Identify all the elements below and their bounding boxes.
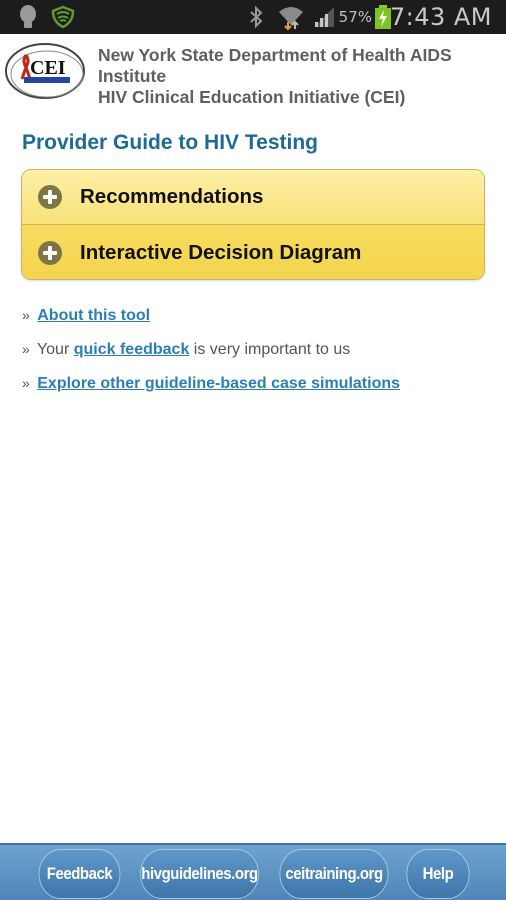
accordion-item-recommendations[interactable]: Recommendations <box>22 170 484 225</box>
explore-simulations-link[interactable]: Explore other guideline-based case simul… <box>37 375 400 392</box>
accordion: Recommendations Interactive Decision Dia… <box>21 169 485 280</box>
org-line-3: HIV Clinical Education Initiative (CEI) <box>98 87 406 107</box>
about-link[interactable]: About this tool <box>37 307 150 324</box>
organization-name: New York State Department of Health AIDS… <box>98 45 452 108</box>
accordion-item-decision-diagram[interactable]: Interactive Decision Diagram <box>22 225 484 279</box>
links-list: » About this tool » Your quick feedback … <box>22 304 400 406</box>
quick-feedback-link[interactable]: quick feedback <box>74 341 190 358</box>
clock: 7:43 AM <box>389 3 492 31</box>
list-item: » Explore other guideline-based case sim… <box>22 372 400 406</box>
bullet: » <box>22 375 30 391</box>
shield-icon <box>51 0 75 34</box>
list-item: » Your quick feedback is very important … <box>22 338 400 372</box>
signal-icon <box>312 0 336 34</box>
feedback-prefix: Your <box>36 341 70 358</box>
org-line-1: New York State Department of Health AIDS <box>98 45 452 65</box>
cei-logo[interactable]: CEI <box>4 41 86 101</box>
lightbulb-icon <box>18 0 38 34</box>
list-item: » About this tool <box>22 304 400 338</box>
help-button[interactable]: Help <box>406 849 470 899</box>
feedback-button[interactable]: Feedback <box>38 849 121 899</box>
battery-percent: 57% <box>338 8 372 26</box>
header: CEI New York State Department of Health … <box>0 36 506 116</box>
feedback-suffix: is very important to us <box>193 341 351 358</box>
wifi-icon <box>277 0 305 34</box>
plus-circle-icon <box>38 240 62 265</box>
bullet: » <box>22 341 30 357</box>
logo-text: CEI <box>30 57 66 79</box>
hivguidelines-button[interactable]: hivguidelines.org <box>140 849 259 899</box>
accordion-label: Recommendations <box>80 185 264 208</box>
footer-nav: Feedback hivguidelines.org ceitraining.o… <box>0 843 506 900</box>
page-title: Provider Guide to HIV Testing <box>22 131 318 154</box>
org-line-2: Institute <box>98 66 167 86</box>
bluetooth-icon <box>248 0 264 34</box>
accordion-label: Interactive Decision Diagram <box>80 240 362 264</box>
plus-circle-icon <box>38 185 62 209</box>
ceitraining-button[interactable]: ceitraining.org <box>279 849 389 899</box>
status-bar: 57% 7:43 AM <box>0 0 506 34</box>
bullet: » <box>22 307 30 323</box>
